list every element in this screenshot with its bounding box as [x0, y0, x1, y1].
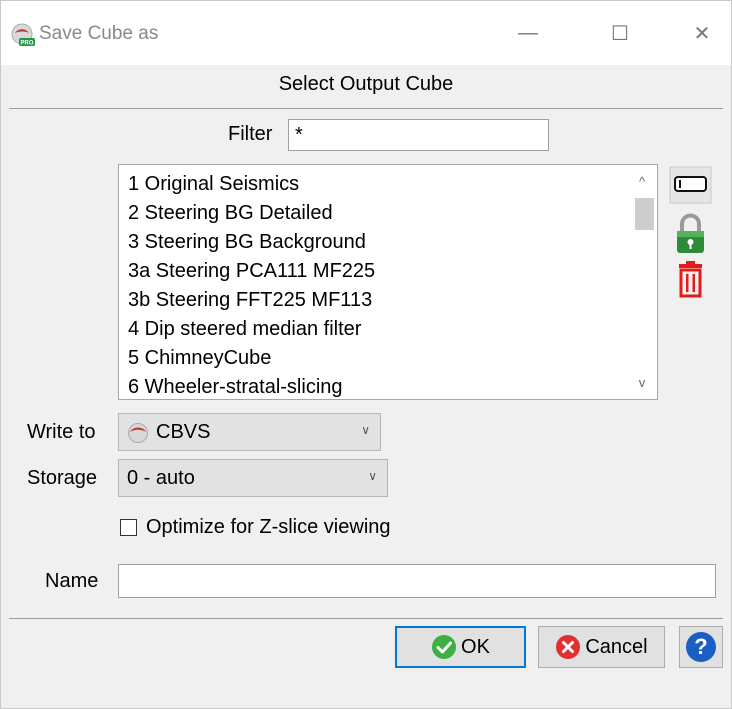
storage-value: 0 - auto [127, 467, 195, 489]
lock-icon [677, 213, 704, 253]
maximize-button[interactable]: ☐ [597, 15, 643, 51]
opendtect-pro-icon: PRO [11, 23, 35, 47]
help-icon: ? [686, 632, 716, 662]
checkmark-icon [432, 635, 457, 659]
close-icon: ✕ [693, 22, 711, 45]
write-to-value: CBVS [156, 421, 211, 443]
cube-list-item[interactable]: 1 Original Seismics [119, 170, 657, 199]
cbvs-icon [128, 423, 148, 443]
minimize-button[interactable]: — [505, 15, 551, 51]
bottom-separator [9, 618, 723, 619]
chevron-down-icon: ∨ [361, 423, 370, 437]
name-label: Name [45, 570, 99, 592]
cube-list-item[interactable]: 3 Steering BG Background [119, 228, 657, 257]
cube-list-item[interactable]: 6 Wheeler-stratal-slicing [119, 373, 657, 399]
cube-list-item[interactable]: 5 ChimneyCube [119, 344, 657, 373]
scroll-down-icon[interactable]: v [627, 368, 657, 398]
trash-icon [679, 261, 702, 298]
minimize-icon: — [518, 21, 538, 44]
help-button[interactable]: ? [679, 626, 723, 668]
scroll-thumb[interactable] [635, 198, 654, 230]
scroll-up-icon[interactable]: ^ [627, 167, 657, 197]
svg-text:PRO: PRO [20, 41, 33, 47]
rename-icon [669, 166, 712, 204]
name-input[interactable] [118, 564, 716, 598]
cancel-label: Cancel [585, 635, 648, 658]
save-cube-dialog: PRO Save Cube as — ☐ ✕ Select Output Cub… [0, 0, 732, 709]
cube-list-item[interactable]: 4 Dip steered median filter [119, 315, 657, 344]
cube-list-item[interactable]: 2 Steering BG Detailed [119, 199, 657, 228]
title-bar: PRO Save Cube as — ☐ ✕ [1, 1, 731, 65]
cube-list-item[interactable]: 3a Steering PCA111 MF225 [119, 257, 657, 286]
cancel-button[interactable]: Cancel [538, 626, 665, 668]
chevron-down-icon: ∨ [368, 469, 377, 483]
rename-button[interactable] [669, 166, 712, 204]
close-button[interactable]: ✕ [679, 15, 725, 51]
window-title: Save Cube as [39, 23, 159, 44]
help-glyph: ? [694, 634, 707, 659]
storage-select[interactable]: 0 - auto ∨ [118, 459, 388, 497]
write-to-select[interactable]: CBVS ∨ [118, 413, 381, 451]
dialog-heading: Select Output Cube [278, 73, 454, 95]
storage-label: Storage [27, 467, 98, 489]
ok-label: OK [461, 635, 490, 658]
delete-button[interactable] [669, 260, 712, 300]
optimize-label[interactable]: Optimize for Z-slice viewing [146, 516, 391, 539]
maximize-icon: ☐ [611, 22, 629, 45]
ok-button[interactable]: OK [395, 626, 526, 668]
list-scrollbar[interactable]: ^ v [627, 165, 657, 399]
top-separator [9, 108, 723, 109]
write-to-label: Write to [27, 421, 96, 443]
cancel-icon [556, 635, 581, 659]
lock-button[interactable] [669, 209, 712, 257]
cube-list-item[interactable]: 3b Steering FFT225 MF113 [119, 286, 657, 315]
cube-list-items: 1 Original Seismics 2 Steering BG Detaile… [119, 165, 657, 399]
filter-input[interactable] [288, 119, 549, 151]
cube-list[interactable]: 1 Original Seismics 2 Steering BG Detaile… [118, 164, 658, 400]
filter-label: Filter [228, 123, 273, 145]
optimize-checkbox[interactable] [120, 519, 137, 536]
